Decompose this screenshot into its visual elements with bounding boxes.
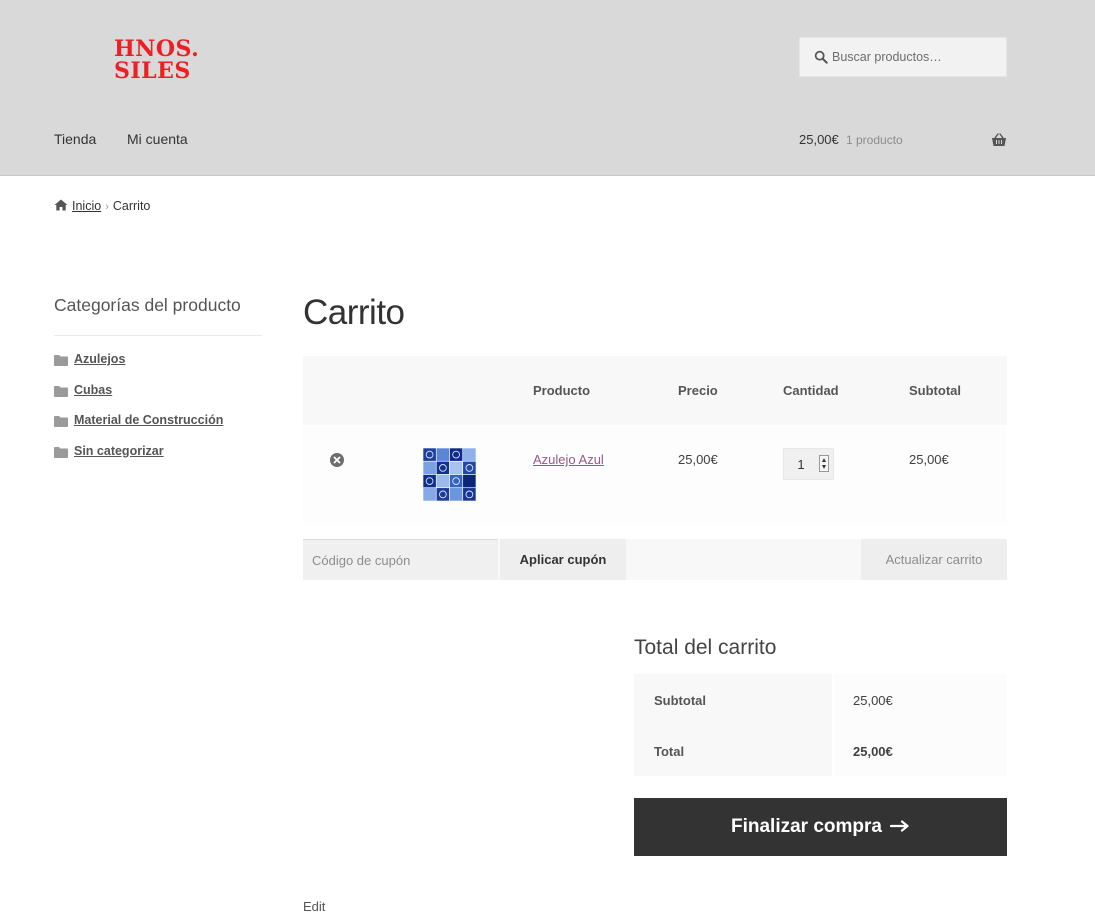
header-cart-count: 1 producto xyxy=(846,133,903,147)
category-link-material-construccion[interactable]: Material de Construcción xyxy=(74,413,223,427)
category-link-azulejos[interactable]: Azulejos xyxy=(74,352,125,366)
cart-item-row: Azulejo Azul 25,00€ 25,00€ xyxy=(303,425,1007,524)
folder-icon xyxy=(54,355,68,366)
breadcrumb: Inicio › Carrito xyxy=(54,199,150,213)
cart-table-header: Producto Precio Cantidad Subtotal xyxy=(303,356,1007,425)
category-link-cubas[interactable]: Cubas xyxy=(74,383,112,397)
totals-row-subtotal: Subtotal 25,00€ xyxy=(634,674,1007,725)
logo-line-2: SILES xyxy=(114,58,191,84)
increment-arrow-icon[interactable] xyxy=(822,458,826,462)
update-cart-button[interactable]: Actualizar carrito xyxy=(861,539,1007,580)
totals-row-total: Total 25,00€ xyxy=(634,725,1007,776)
sidebar: Categorías del producto Azulejos Cubas M… xyxy=(54,295,262,458)
apply-coupon-button[interactable]: Aplicar cupón xyxy=(500,539,626,580)
column-header-product: Producto xyxy=(533,383,591,398)
coupon-code-input[interactable] xyxy=(303,539,498,580)
product-name-link[interactable]: Azulejo Azul xyxy=(533,452,604,467)
item-price: 25,00€ xyxy=(678,452,718,467)
cart-table: Producto Precio Cantidad Subtotal Azulej… xyxy=(303,356,1007,524)
breadcrumb-separator-icon: › xyxy=(105,201,109,213)
column-header-subtotal: Subtotal xyxy=(909,383,961,398)
home-icon xyxy=(54,199,68,211)
header-cart[interactable]: 25,00€ 1 producto xyxy=(799,131,1007,151)
cart-actions: Aplicar cupón Actualizar carrito xyxy=(303,539,1007,580)
breadcrumb-current: Carrito xyxy=(112,199,151,213)
quantity-spinner[interactable] xyxy=(819,455,829,472)
product-categories-title: Categorías del producto xyxy=(54,295,262,336)
cart-totals-table: Subtotal 25,00€ Total 25,00€ xyxy=(634,674,1007,776)
product-search xyxy=(799,37,1007,77)
quantity-stepper xyxy=(783,448,834,480)
column-header-price: Precio xyxy=(678,383,718,398)
totals-label-cell: Subtotal xyxy=(634,674,832,725)
checkout-button-label: Finalizar compra xyxy=(731,816,882,837)
breadcrumb-home-link[interactable]: Inicio xyxy=(72,199,101,213)
nav-item-mi-cuenta[interactable]: Mi cuenta xyxy=(127,131,188,147)
checkout-button[interactable]: Finalizar compra xyxy=(634,798,1007,856)
arrow-right-icon xyxy=(890,820,909,832)
page-title: Carrito xyxy=(303,293,405,332)
nav-item-tienda[interactable]: Tienda xyxy=(54,131,96,147)
search-icon xyxy=(814,50,828,64)
header-cart-amount: 25,00€ xyxy=(799,132,839,147)
totals-value-cell: 25,00€ xyxy=(834,725,1007,776)
product-thumbnail[interactable] xyxy=(423,448,476,501)
footer-edit-link[interactable]: Edit xyxy=(303,899,325,914)
search-input[interactable] xyxy=(832,38,1002,76)
category-link-sin-categorizar[interactable]: Sin categorizar xyxy=(74,444,164,458)
site-logo[interactable]: HNOS. SILES xyxy=(114,38,204,82)
cart-totals-title: Total del carrito xyxy=(634,636,777,659)
decrement-arrow-icon[interactable] xyxy=(822,465,826,469)
subtotal-value: 25,00€ xyxy=(853,693,893,708)
site-header: HNOS. SILES Tienda Mi cuenta 25,00€ 1 pr… xyxy=(0,0,1095,176)
folder-icon xyxy=(54,385,68,397)
total-label: Total xyxy=(654,744,685,759)
folder-icon xyxy=(54,416,68,427)
total-value: 25,00€ xyxy=(853,744,893,759)
item-subtotal: 25,00€ xyxy=(909,452,949,467)
column-header-quantity: Cantidad xyxy=(783,383,839,398)
subtotal-label: Subtotal xyxy=(654,693,706,708)
logo-line-1: HNOS. xyxy=(114,36,200,62)
basket-icon xyxy=(992,133,1006,146)
totals-label-cell: Total xyxy=(634,725,832,776)
remove-item-icon[interactable] xyxy=(330,453,344,467)
totals-value-cell: 25,00€ xyxy=(834,674,1007,725)
folder-icon xyxy=(54,446,68,458)
quantity-input[interactable] xyxy=(784,449,818,479)
